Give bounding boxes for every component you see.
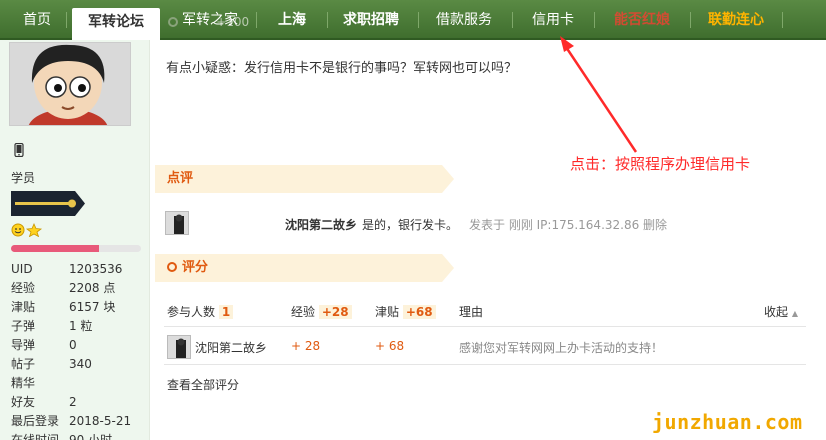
stat-key: UID xyxy=(11,262,33,276)
rater-reason: 感谢您对军转网网上办卡活动的支持！ xyxy=(459,341,664,355)
rank-badge-icon xyxy=(11,191,85,216)
comment-section-header: 点评 xyxy=(155,165,454,193)
nav-item-loans[interactable]: 借款服务 xyxy=(424,0,504,40)
stat-value: 2208 点 xyxy=(69,281,116,295)
exp-header: 经验 +28 xyxy=(291,303,352,320)
stat-row: 子弹 1 粒 xyxy=(11,317,131,336)
stat-value: 1 粒 xyxy=(69,319,93,333)
annotation-arrow xyxy=(560,36,638,153)
comment-text: 是的，银行发卡。 xyxy=(362,218,459,232)
collapse-button[interactable]: 收起 ▲ xyxy=(764,303,798,320)
level-progress-bar xyxy=(11,245,141,252)
annotation-text: 点击：按照程序办理信用卡 xyxy=(570,155,751,173)
user-stats: UID 1203536 经验 2208 点津贴 6157 块子弹 1 粒导弹 0 帖子 340 精… xyxy=(11,260,131,440)
nav-item-forum[interactable]: 军转论坛 xyxy=(72,8,160,42)
nav-separator xyxy=(690,12,691,28)
rating-section-header: 评分 xyxy=(155,254,454,282)
rater-exp: + 28 xyxy=(291,339,321,353)
nav-item-shanghai[interactable]: 上海 xyxy=(262,0,322,40)
comment-section-title: 点评 xyxy=(167,171,194,186)
rater-allowance: + 68 xyxy=(375,339,405,353)
participants-header: 参与人数 1 xyxy=(167,303,234,320)
nav-separator xyxy=(327,12,328,28)
commenter-avatar[interactable] xyxy=(165,211,189,235)
ring-icon xyxy=(167,262,177,272)
rater-name[interactable]: 沈阳第二故乡 xyxy=(195,339,267,356)
user-sidebar: 学员 UID 1203536 经验 2208 点津贴 6157 块子弹 1 粒导弹 0 帖子 3… xyxy=(0,40,150,440)
stat-key: 精华 xyxy=(11,376,36,390)
rating-section-title: 评分 xyxy=(182,260,209,275)
stat-value: 340 xyxy=(69,357,92,371)
chevron-up-icon: ▲ xyxy=(791,309,798,318)
stat-row: 津贴 6157 块 xyxy=(11,298,131,317)
stat-key: 在线时间 xyxy=(11,433,60,440)
rater-avatar[interactable] xyxy=(167,335,191,359)
nav-separator xyxy=(256,12,257,28)
nav-item-logistics[interactable]: 联勤连心 xyxy=(696,0,776,40)
stat-value: 90 小时 xyxy=(69,433,113,440)
stat-key: 最后登录 xyxy=(11,414,60,428)
nav-item-home[interactable]: 首页 xyxy=(12,0,62,40)
stat-row: 最后登录 2018-5-21 xyxy=(11,412,131,431)
nav-separator xyxy=(418,12,419,28)
avatar[interactable] xyxy=(9,42,131,126)
nav-separator xyxy=(594,12,595,28)
nav-separator xyxy=(66,12,67,28)
nav-item-jobs[interactable]: 求职招聘 xyxy=(333,0,409,40)
reason-header: 理由 xyxy=(459,305,484,319)
medal-icons xyxy=(11,223,43,240)
stat-value: 0 xyxy=(69,338,77,352)
stat-row: 经验 2208 点 xyxy=(11,279,131,298)
rank-title: 学员 xyxy=(11,171,36,185)
stat-row: 在线时间 90 小时 xyxy=(11,431,131,440)
stat-row: 好友 2 xyxy=(11,393,131,412)
mobile-icon xyxy=(14,142,24,160)
stat-key: 津贴 xyxy=(11,300,36,314)
post-question: 有点小疑惑：发行信用卡不是银行的事吗？军转网也可以吗？ xyxy=(166,61,518,76)
stat-value: 2 xyxy=(69,395,77,409)
watermark: junzhuan.com xyxy=(652,410,803,434)
stat-key: 经验 xyxy=(11,281,36,295)
comment-meta: 发表于 刚刚 IP:175.164.32.86 删除 xyxy=(469,218,668,232)
stat-key: 导弹 xyxy=(11,338,36,352)
nav-item-home2[interactable]: 军转之家 xyxy=(168,0,252,40)
view-all-ratings-link[interactable]: 查看全部评分 xyxy=(167,376,239,393)
allowance-header: 津贴 +68 xyxy=(375,303,436,320)
stat-value: 2018-5-21 xyxy=(69,414,132,428)
stat-row: 帖子 340 xyxy=(11,355,131,374)
stat-value: 6157 块 xyxy=(69,300,116,314)
commenter-name[interactable]: 沈阳第二故乡 xyxy=(285,216,357,233)
stat-row: 导弹 0 xyxy=(11,336,131,355)
stat-value: 1203536 xyxy=(69,262,123,276)
stat-key: 帖子 xyxy=(11,357,36,371)
top-nav: +100 首页 军转论坛 军转之家 上海 求职招聘 借款服务 信用卡 能否红娘 … xyxy=(0,0,826,42)
divider xyxy=(164,364,806,365)
stat-row: 精华 xyxy=(11,374,131,393)
stat-row: UID 1203536 xyxy=(11,260,131,279)
stat-key: 子弹 xyxy=(11,319,36,333)
nav-separator xyxy=(782,12,783,28)
stat-key: 好友 xyxy=(11,395,36,409)
divider xyxy=(164,326,806,327)
nav-separator xyxy=(512,12,513,28)
